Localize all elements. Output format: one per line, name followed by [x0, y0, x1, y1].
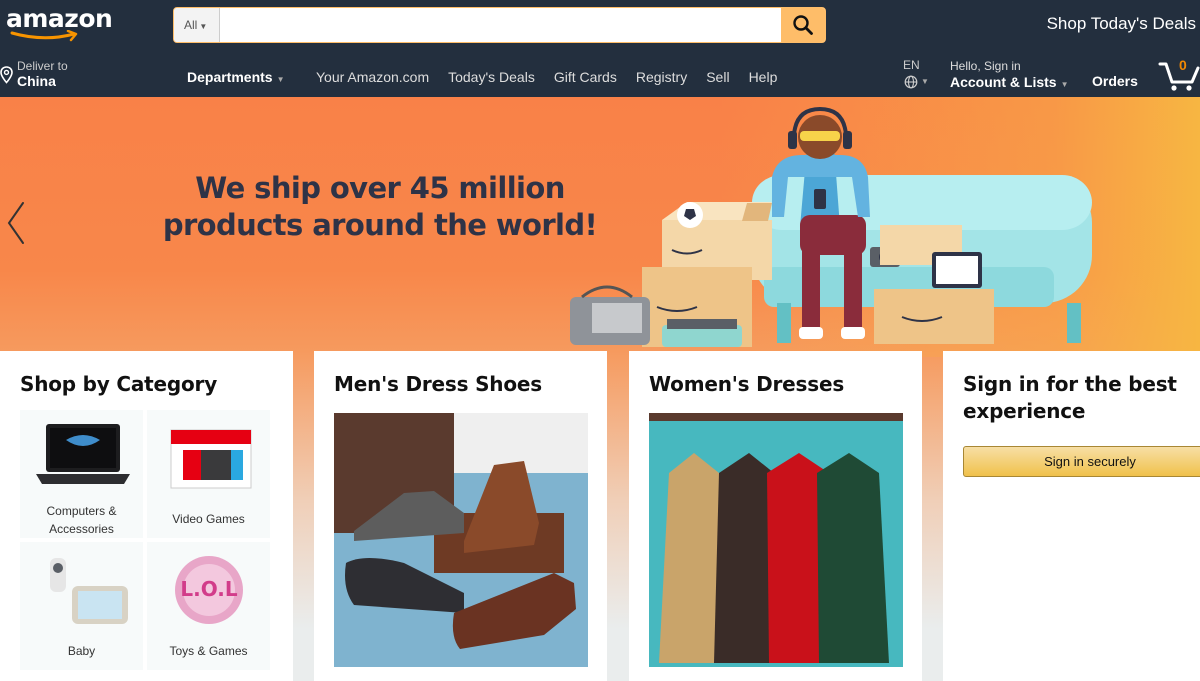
- card-sign-in: Sign in for the best experience Sign in …: [943, 351, 1200, 681]
- departments-menu[interactable]: Departments ▼: [187, 69, 285, 85]
- cart-count: 0: [1179, 57, 1187, 73]
- laptop-image: [36, 424, 130, 484]
- nav-link-registry[interactable]: Registry: [636, 69, 687, 85]
- search-bar: All ▼: [173, 7, 826, 43]
- card-womens-dresses[interactable]: Women's Dresses: [629, 351, 922, 681]
- card-title: Shop by Category: [20, 372, 218, 396]
- deliver-to-country: China: [17, 73, 56, 89]
- location-pin-icon: [0, 66, 13, 84]
- search-button[interactable]: [781, 8, 825, 42]
- baby-monitor-image: [50, 558, 128, 624]
- globe-icon: [904, 75, 918, 89]
- search-category-label: All: [184, 18, 198, 32]
- game-console-image: [170, 429, 252, 489]
- secondary-nav: Deliver to China Departments ▼ Your Amazo…: [0, 52, 1200, 97]
- category-label: Baby: [67, 644, 96, 658]
- nav-link-gift-cards[interactable]: Gift Cards: [554, 69, 617, 85]
- search-category-dropdown[interactable]: All ▼: [174, 8, 220, 42]
- smile-arrow-icon: [10, 30, 78, 42]
- nav-links: Your Amazon.com Today's Deals Gift Cards…: [316, 69, 777, 85]
- category-grid: Computers & Accessories Video Games Baby: [18, 408, 272, 672]
- card-title: Men's Dress Shoes: [334, 372, 542, 396]
- category-tile-toys[interactable]: L.O.L Toys & Games: [145, 540, 272, 672]
- chevron-down-icon: ▼: [276, 75, 285, 84]
- deliver-to-location[interactable]: Deliver to China: [0, 58, 90, 90]
- search-input[interactable]: [221, 8, 783, 42]
- card-mens-dress-shoes[interactable]: Men's Dress Shoes: [314, 351, 607, 681]
- deliver-to-label: Deliver to: [17, 59, 68, 73]
- category-label: Toys & Games: [169, 644, 248, 658]
- womens-dresses-image: [649, 413, 903, 667]
- nav-link-todays-deals[interactable]: Today's Deals: [448, 69, 535, 85]
- category-label: Computers & Accessories: [46, 504, 117, 536]
- chevron-left-icon[interactable]: [3, 199, 29, 247]
- category-tile-baby[interactable]: Baby: [18, 540, 145, 672]
- cart-button[interactable]: 0: [1158, 56, 1200, 94]
- card-title: Women's Dresses: [649, 372, 845, 396]
- card-title: Sign in for the best experience: [963, 372, 1177, 423]
- category-tile-video-games[interactable]: Video Games: [145, 408, 272, 540]
- nav-link-sell[interactable]: Sell: [706, 69, 729, 85]
- toy-ball-image: L.O.L: [175, 556, 243, 624]
- language-code: EN: [903, 58, 920, 72]
- orders-link[interactable]: Orders: [1092, 73, 1138, 89]
- chevron-down-icon: ▼: [921, 77, 929, 86]
- search-icon: [793, 15, 813, 35]
- amazon-logo[interactable]: amazon: [6, 4, 113, 46]
- nav-link-your-amazon[interactable]: Your Amazon.com: [316, 69, 429, 85]
- card-shop-by-category: Shop by Category Computers & Accessories…: [0, 351, 293, 681]
- category-label: Video Games: [172, 512, 245, 526]
- chevron-down-icon: ▼: [199, 22, 208, 31]
- sign-in-securely-button[interactable]: Sign in securely: [963, 446, 1200, 477]
- account-label: Account & Lists: [950, 74, 1057, 90]
- top-nav: amazon All ▼ Shop Today's Deals: [0, 0, 1200, 52]
- account-and-lists[interactable]: Hello, Sign in Account & Lists ▼: [950, 59, 1069, 90]
- language-selector[interactable]: EN ▼: [903, 58, 937, 92]
- category-tile-computers[interactable]: Computers & Accessories: [18, 408, 145, 540]
- svg-text:L.O.L: L.O.L: [180, 577, 238, 601]
- chevron-down-icon: ▼: [1060, 80, 1069, 89]
- account-greeting: Hello, Sign in: [950, 59, 1021, 73]
- nav-link-help[interactable]: Help: [749, 69, 778, 85]
- todays-deals-promo-link[interactable]: Shop Today's Deals: [1047, 14, 1196, 34]
- logo-text: amazon: [6, 4, 113, 33]
- mens-shoes-image: [334, 413, 588, 667]
- hero-illustration: [570, 107, 1092, 347]
- departments-label: Departments: [187, 69, 273, 85]
